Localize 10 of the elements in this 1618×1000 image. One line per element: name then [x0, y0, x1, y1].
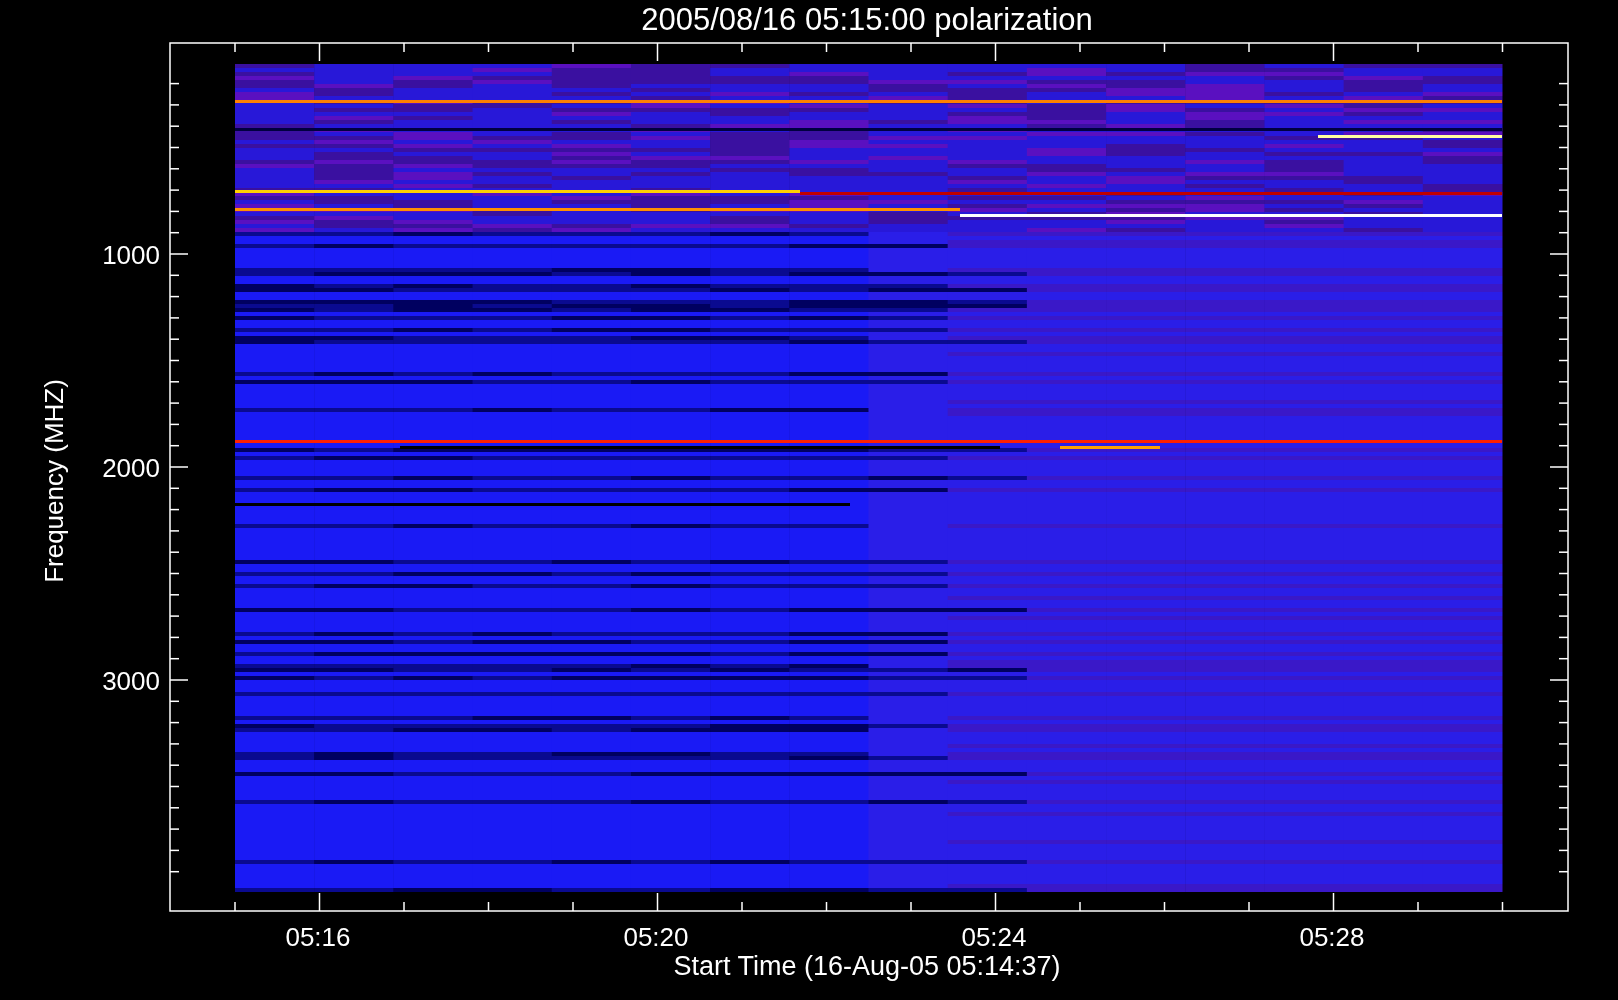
- x-tick-label: 05:16: [285, 922, 351, 952]
- y-tick-label: 3000: [102, 666, 160, 696]
- x-tick-label: 05:28: [1299, 922, 1365, 952]
- y-tick-label: 2000: [102, 453, 160, 483]
- y-tick-label: 1000: [102, 240, 160, 270]
- plot-title: 2005/08/16 05:15:00 polarization: [641, 2, 1093, 37]
- x-tick-label: 05:20: [623, 922, 689, 952]
- y-axis-label: Frequency (MHZ): [39, 379, 69, 583]
- x-axis-label: Start Time (16-Aug-05 05:14:37): [673, 951, 1061, 981]
- x-tick-label: 05:24: [961, 922, 1027, 952]
